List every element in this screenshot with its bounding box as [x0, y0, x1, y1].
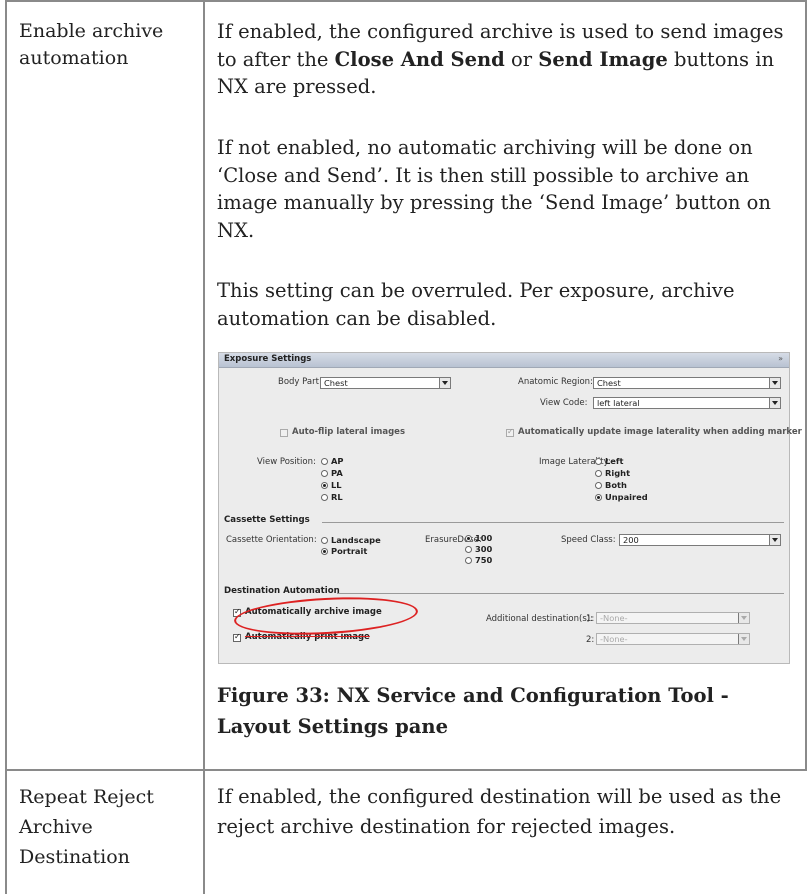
figure-caption: Figure 33: NX Service and Configuration … [217, 684, 729, 738]
speed-class-label: Speed Class: [561, 535, 616, 545]
erasure-dose-radio-750[interactable] [465, 557, 472, 564]
cassette-settings-heading: Cassette Settings [224, 515, 310, 525]
paragraph-overrule: This setting can be overruled. Per expos… [217, 279, 735, 330]
view-position-radio-label: RL [331, 492, 343, 502]
orientation-radio-landscape[interactable] [321, 537, 328, 544]
view-position-radio-pa[interactable] [321, 470, 328, 477]
send-image-emphasis: Send Image [538, 47, 668, 71]
destination-2-value: -None- [600, 634, 628, 644]
view-position-radio-ap[interactable] [321, 458, 328, 465]
paragraph-reject-archive: If enabled, the configured destination w… [217, 785, 782, 838]
table-row-divider [5, 769, 807, 771]
chevron-down-icon[interactable] [769, 378, 780, 388]
chevron-down-icon[interactable] [439, 378, 450, 388]
laterality-radio-left[interactable] [595, 458, 602, 465]
view-position-radio-label: AP [331, 456, 344, 466]
orientation-radio-portrait[interactable] [321, 548, 328, 555]
destination-automation-divider [337, 593, 784, 594]
auto-print-checkbox[interactable] [233, 632, 241, 642]
destination-1-index: 1: [586, 614, 595, 624]
view-position-radio-rl[interactable] [321, 494, 328, 501]
close-and-send-emphasis: Close And Send [334, 47, 505, 71]
auto-flip-checkbox[interactable] [280, 429, 288, 437]
body-part-label: Body Part: [278, 377, 322, 387]
row-label-enable-archive-automation: Enable archive automation [19, 20, 164, 69]
exposure-settings-title: Exposure Settings [224, 354, 312, 364]
auto-update-laterality-checkbox[interactable] [506, 427, 514, 437]
view-code-select[interactable]: left lateral [593, 397, 781, 409]
erasure-dose-radio-label: 100 [475, 533, 493, 543]
view-code-label: View Code: [540, 398, 588, 408]
erasure-dose-label: ErasureDose: [425, 535, 482, 545]
laterality-radio-both[interactable] [595, 482, 602, 489]
cassette-settings-divider [322, 522, 784, 523]
speed-class-value: 200 [623, 535, 639, 545]
document-table: Enable archive automation If enabled, th… [0, 0, 809, 894]
chevron-down-icon[interactable] [769, 398, 780, 408]
additional-destinations-label: Additional destination(s): [486, 614, 593, 624]
auto-update-laterality-label: Automatically update image laterality wh… [518, 427, 802, 437]
paragraph-enabled: If enabled, the configured archive is us… [217, 18, 797, 101]
chevron-down-icon[interactable] [738, 634, 749, 644]
laterality-radio-label: Left [605, 456, 624, 466]
destination-2-select[interactable]: -None- [596, 633, 750, 645]
laterality-radio-label: Unpaired [605, 492, 648, 502]
laterality-radio-right[interactable] [595, 470, 602, 477]
collapse-icon[interactable]: » [778, 354, 783, 363]
laterality-radio-label: Right [605, 468, 631, 478]
table-border-left [5, 0, 7, 894]
table-border-right [805, 0, 807, 770]
anatomic-region-label: Anatomic Region: [518, 377, 593, 387]
erasure-dose-radio-label: 300 [475, 544, 493, 554]
destination-automation-heading: Destination Automation [224, 586, 340, 596]
auto-flip-label: Auto-flip lateral images [292, 427, 406, 437]
chevron-down-icon[interactable] [769, 535, 780, 545]
laterality-radio-label: Both [605, 480, 627, 490]
exposure-settings-titlebar: Exposure Settings » [219, 353, 789, 368]
table-border-top [5, 0, 807, 2]
cassette-orientation-label: Cassette Orientation: [226, 535, 317, 545]
paragraph-text: or [504, 47, 539, 71]
table-column-divider [203, 0, 205, 894]
orientation-radio-label: Portrait [331, 546, 368, 556]
destination-2-index: 2: [586, 635, 595, 645]
view-position-radio-label: PA [331, 468, 343, 478]
erasure-dose-radio-300[interactable] [465, 546, 472, 553]
view-position-radio-ll[interactable] [321, 482, 328, 489]
body-part-select[interactable]: Chest [320, 377, 451, 389]
destination-1-select[interactable]: -None- [596, 612, 750, 624]
anatomic-region-value: Chest [597, 378, 621, 388]
chevron-down-icon[interactable] [738, 613, 749, 623]
paragraph-not-enabled: If not enabled, no automatic archiving w… [217, 136, 771, 242]
orientation-radio-label: Landscape [331, 535, 381, 545]
view-position-radio-label: LL [331, 480, 342, 490]
view-position-label: View Position: [257, 457, 316, 467]
laterality-radio-unpaired[interactable] [595, 494, 602, 501]
body-part-value: Chest [324, 378, 348, 388]
erasure-dose-radio-100[interactable] [465, 535, 472, 542]
speed-class-select[interactable]: 200 [619, 534, 781, 546]
destination-1-value: -None- [600, 613, 628, 623]
anatomic-region-select[interactable]: Chest [593, 377, 781, 389]
row-label-repeat-reject-archive-destination: Repeat Reject Archive Destination [19, 786, 154, 868]
erasure-dose-radio-label: 750 [475, 555, 493, 565]
view-code-value: left lateral [597, 398, 640, 408]
